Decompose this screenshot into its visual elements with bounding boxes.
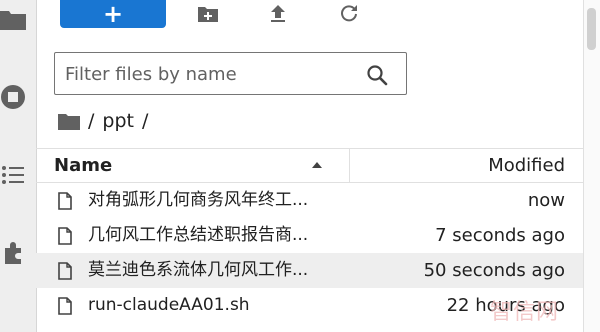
- file-modified: 50 seconds ago: [423, 260, 565, 281]
- new-launcher-button[interactable]: +: [60, 0, 166, 28]
- file-name: run-claudeAA01.sh: [88, 295, 250, 315]
- upload-button[interactable]: [265, 2, 291, 26]
- listing-header: Name Modified: [36, 148, 583, 183]
- new-folder-icon: [198, 7, 218, 22]
- column-divider[interactable]: [349, 149, 350, 183]
- watermark: 智信网: [490, 300, 560, 325]
- file-name: 几何风工作总结述职报告商...: [88, 225, 309, 245]
- new-folder-button[interactable]: [195, 2, 221, 26]
- file-icon: [58, 192, 72, 210]
- plus-icon: +: [102, 0, 124, 28]
- file-row-selected[interactable]: 莫兰迪色系流体几何风工作... 50 seconds ago: [36, 253, 583, 288]
- breadcrumb-folder[interactable]: ppt: [102, 110, 134, 132]
- name-column-header[interactable]: Name: [54, 149, 112, 183]
- extension-icon[interactable]: [0, 240, 26, 266]
- breadcrumb-separator: /: [141, 110, 149, 132]
- filter-box: [54, 52, 407, 95]
- home-folder-icon[interactable]: [58, 112, 80, 130]
- file-icon: [58, 262, 72, 280]
- breadcrumb-root[interactable]: /: [88, 110, 94, 132]
- search-icon[interactable]: [366, 64, 388, 86]
- file-name: 莫兰迪色系流体几何风工作...: [88, 260, 309, 280]
- refresh-button[interactable]: [336, 2, 362, 26]
- file-modified: 7 seconds ago: [435, 225, 565, 246]
- sort-ascending-icon[interactable]: [312, 162, 322, 168]
- file-icon: [58, 297, 72, 315]
- running-icon[interactable]: [0, 84, 26, 110]
- file-modified: now: [527, 190, 565, 211]
- table-of-contents-icon[interactable]: [0, 162, 26, 188]
- folder-icon[interactable]: [0, 6, 26, 32]
- breadcrumb: / ppt /: [58, 106, 156, 136]
- file-row[interactable]: 对角弧形几何商务风年终工... now: [36, 183, 583, 218]
- scrollbar-thumb[interactable]: [587, 8, 596, 50]
- left-sidebar: [0, 0, 37, 332]
- file-row[interactable]: 几何风工作总结述职报告商... 7 seconds ago: [36, 218, 583, 253]
- upload-icon: [271, 5, 285, 22]
- filter-input[interactable]: [65, 59, 355, 89]
- refresh-icon: [341, 5, 357, 22]
- file-icon: [58, 227, 72, 245]
- modified-column-header[interactable]: Modified: [488, 149, 565, 183]
- file-name: 对角弧形几何商务风年终工...: [88, 190, 309, 210]
